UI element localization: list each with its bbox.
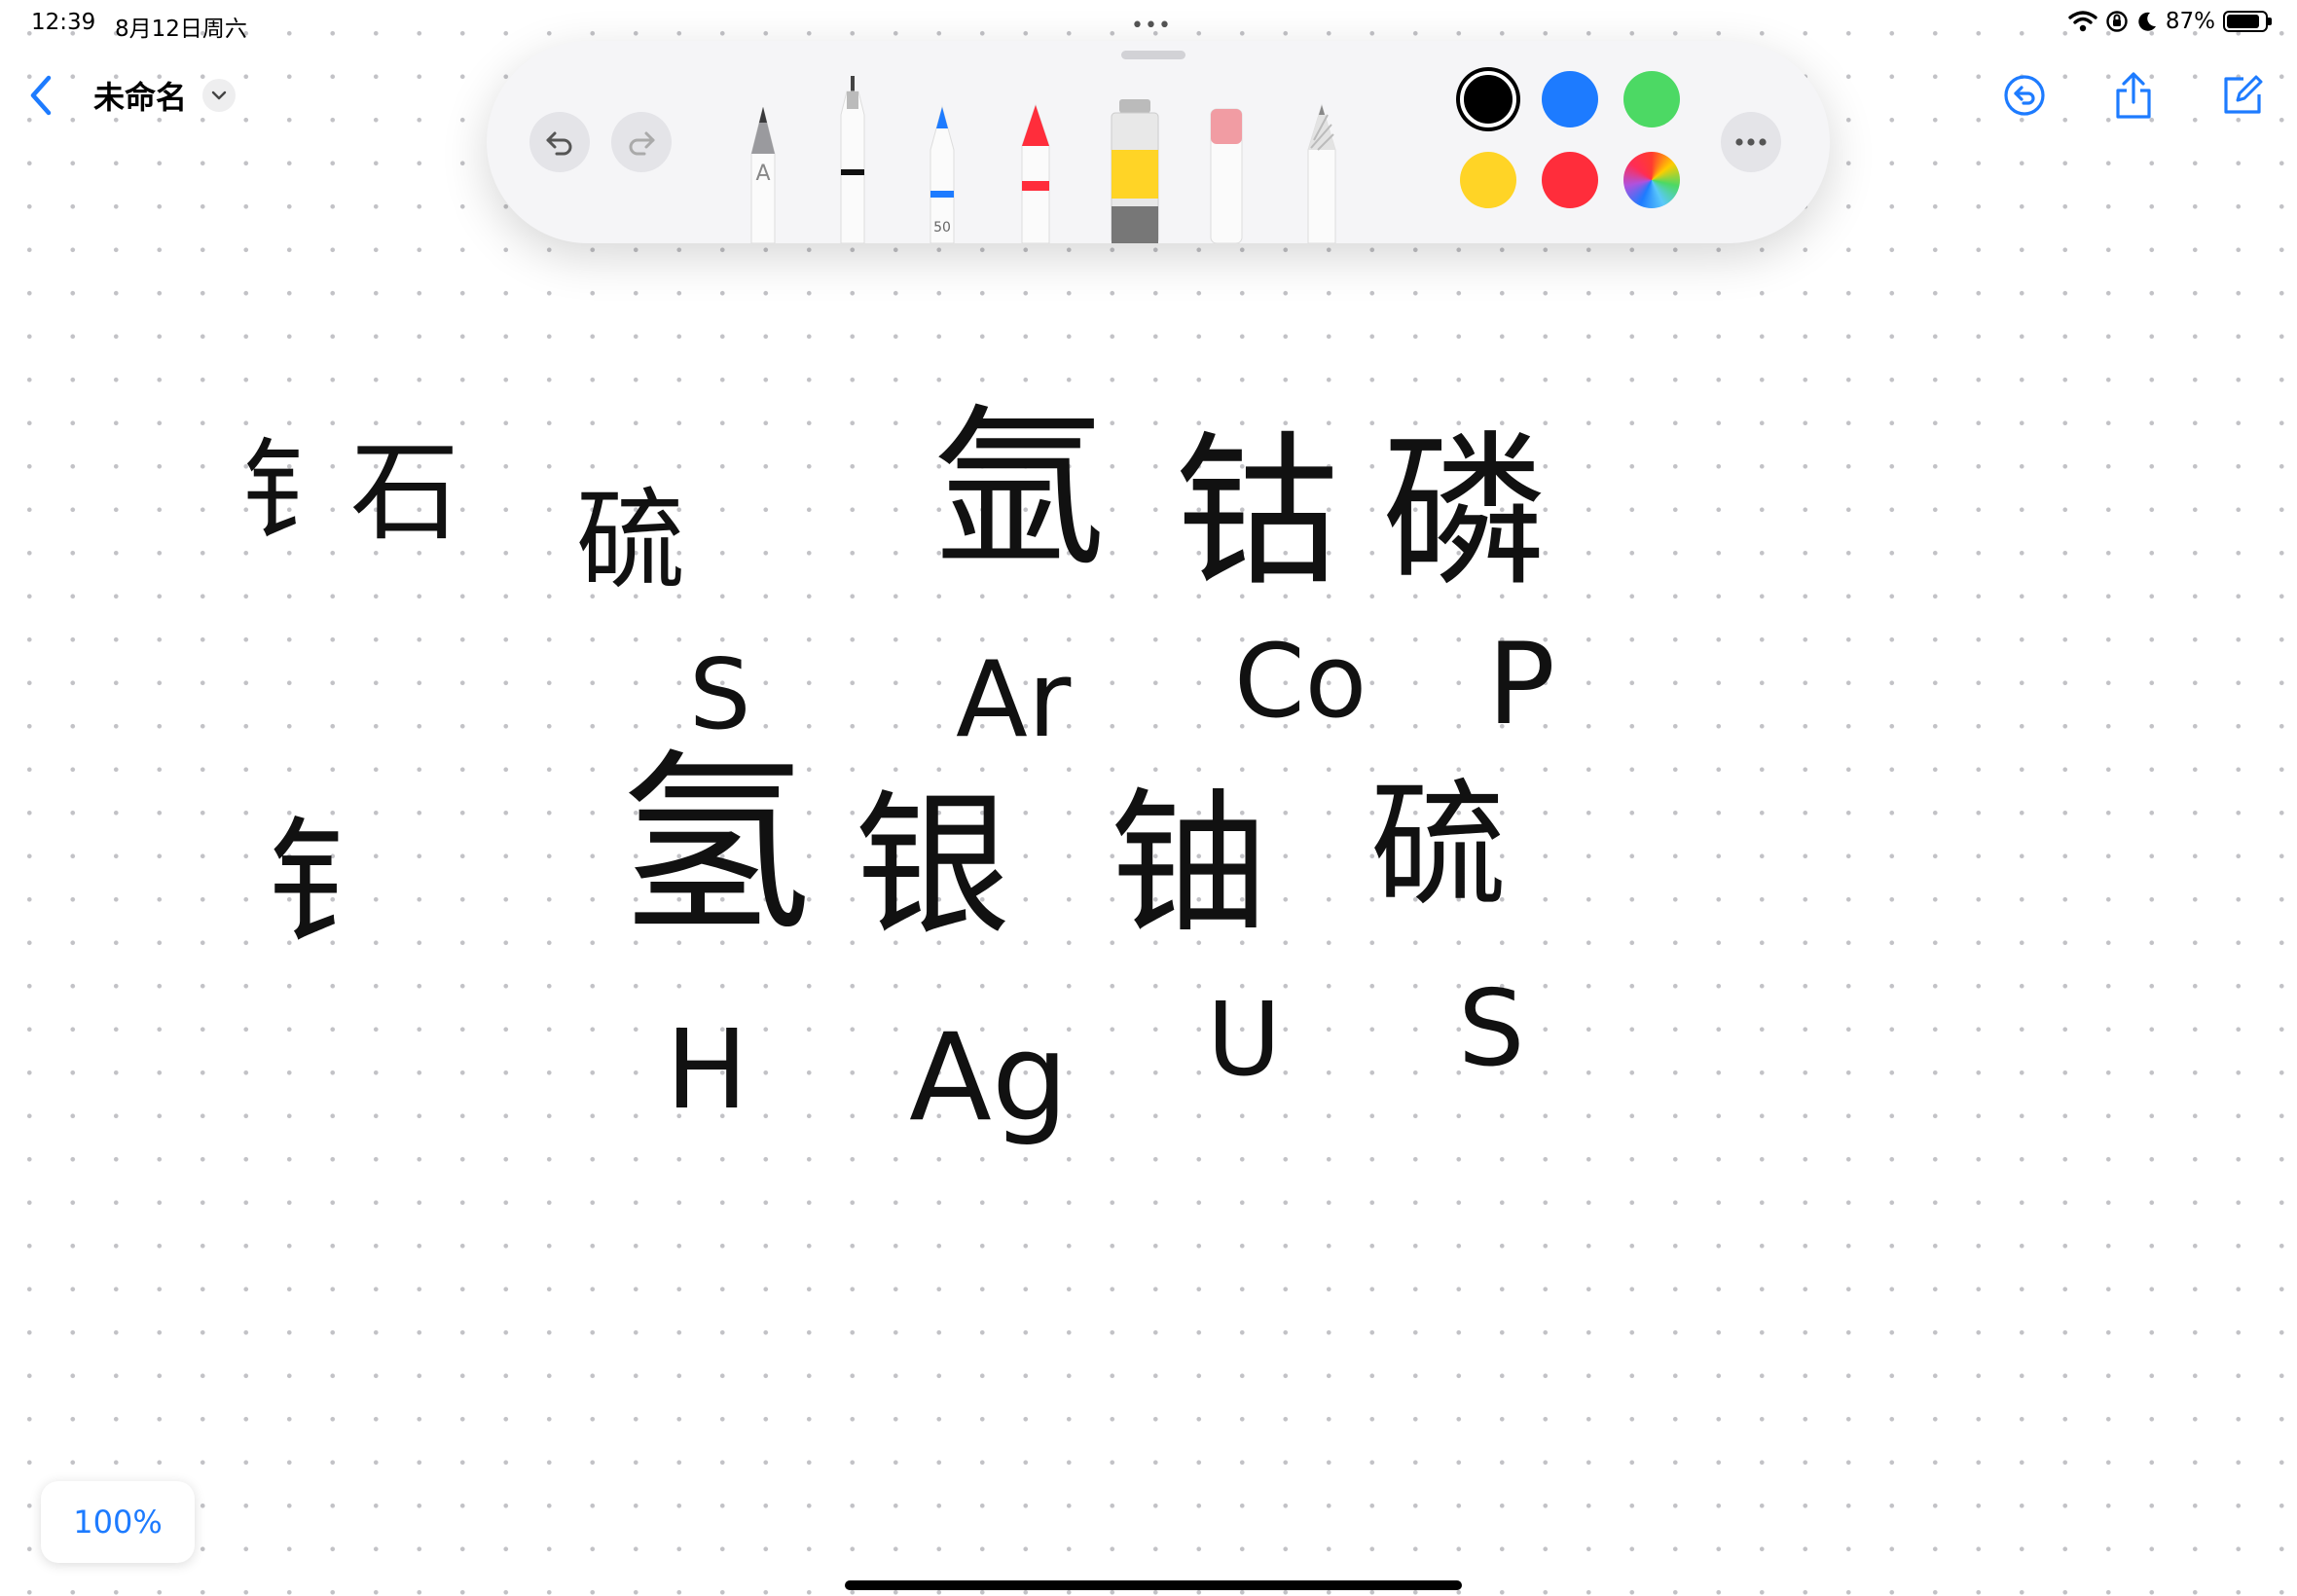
history-button[interactable] [1999,70,2050,121]
zoom-level-badge[interactable]: 100% [41,1481,195,1563]
status-indicators: 87% [2068,9,2272,34]
ink-symbol: H [666,1007,748,1134]
ink-symbol: S [1458,968,1525,1090]
ink-element: 铀 [1110,774,1267,957]
ink-symbol: U [1207,980,1282,1099]
battery-percent: 87% [2165,9,2215,34]
ink-row1-label: 钅石 [241,429,459,556]
pen-width-label: 50 [933,220,951,236]
ink-element: 氢 [617,733,813,960]
ink-element: 钴 [1174,417,1340,609]
nav-left: 未命名 [21,70,237,121]
ink-element: 硫 [1370,767,1508,925]
ink-element: 硫 [576,478,685,604]
history-undo-circle-icon [2004,75,2045,116]
watercolor-tool[interactable] [1108,99,1162,243]
watercolor-brush-icon [1111,99,1159,243]
eraser-icon [1210,108,1243,243]
ink-row2-label: 钅 [267,806,404,964]
eraser-tool[interactable] [1203,101,1250,243]
ink-element: 银 [855,775,1011,957]
toolbar-grabber[interactable] [1121,51,1185,59]
ink-symbol: Co [1234,622,1367,741]
pencil-tool[interactable] [1298,101,1345,243]
multitasking-dots-icon[interactable]: • • • [1131,14,1171,38]
fineliner-tool[interactable] [829,76,876,243]
redo-icon [629,131,655,156]
color-swatch-black[interactable] [1460,71,1516,127]
color-swatch-green[interactable] [1623,71,1680,127]
home-indicator[interactable] [845,1580,1462,1590]
title-menu-button[interactable] [202,79,237,112]
pen-tool[interactable]: 50 [919,101,966,243]
ink-element: 磷 [1382,417,1549,609]
undo-button[interactable] [529,112,590,172]
status-date: 8月12日周六 [115,17,247,42]
compose-icon [2224,75,2263,114]
redo-button[interactable] [611,112,672,172]
ink-symbol: S [689,637,751,751]
share-button[interactable] [2108,70,2159,121]
color-swatch-red[interactable] [1542,152,1598,208]
status-bar: 12:39 8月12日周六 • • • 87% [0,0,2297,47]
ink-symbol: Ag [909,1008,1069,1148]
document-title[interactable]: 未命名 [93,73,187,118]
orientation-lock-icon [2106,11,2128,32]
ink-symbol: Ar [956,639,1072,761]
color-swatch-blue[interactable] [1542,71,1598,127]
fineliner-icon [840,76,865,243]
wifi-icon [2068,11,2097,32]
ellipsis-icon [1735,138,1767,146]
undo-icon [546,131,572,156]
ink-element: 氩 [932,388,1106,590]
chevron-down-icon [211,91,227,100]
monoline-pen-tool[interactable]: A [740,101,786,243]
status-time: 12:39 [31,10,96,35]
battery-icon [2223,11,2268,32]
crayon-icon [1021,103,1050,243]
back-button[interactable] [21,70,60,121]
share-icon [2116,72,2151,119]
pencil-icon [1307,103,1336,243]
color-picker-wheel-icon[interactable] [1623,152,1680,208]
ink-symbol: P [1487,619,1555,750]
more-tools-button[interactable] [1721,112,1781,172]
new-note-button[interactable] [2217,70,2268,121]
crayon-tool[interactable] [1012,101,1059,243]
chevron-left-icon [30,75,52,116]
drawing-toolbar: A 50 [487,41,1830,243]
monoline-pen-label: A [755,162,771,186]
color-swatch-yellow[interactable] [1460,152,1516,208]
moon-icon [2138,12,2156,31]
